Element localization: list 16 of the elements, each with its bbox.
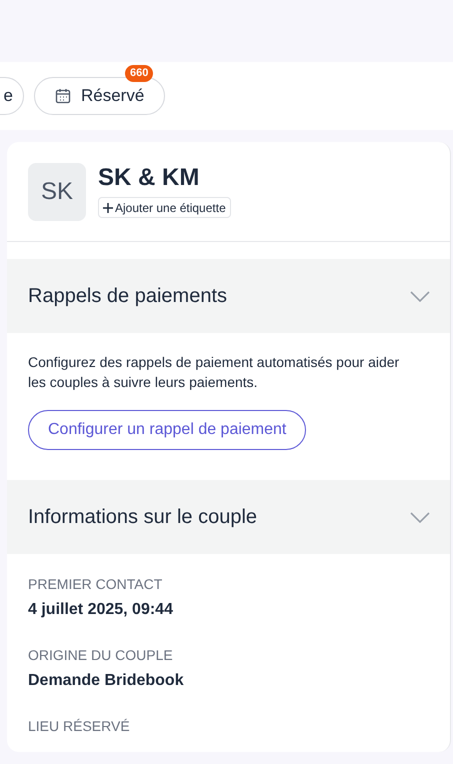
field-value: 4 juillet 2025, 09:44 [28, 600, 174, 620]
configure-reminder-button[interactable]: Configurer un rappel de paiement [28, 410, 306, 450]
plus-icon [103, 202, 113, 212]
field-label: LIEU RÉSERVÉ [28, 717, 131, 735]
couple-name: SK & KM [98, 163, 200, 193]
avatar: SK [28, 163, 86, 221]
add-tag-button[interactable]: Ajouter une étiquette [98, 197, 231, 218]
count-badge: 660 [124, 65, 154, 82]
field-label: PREMIER CONTACT [28, 575, 164, 593]
description: Configurez des rappels de paiement automatisés pour aider les couples à suivre leurs paiements. [28, 353, 400, 392]
calendar-icon [55, 88, 71, 104]
field-value: Demande Bridebook [28, 671, 185, 691]
filter-pill[interactable]: e [0, 77, 24, 115]
section-header[interactable]: Informations sur le couple [7, 480, 450, 554]
field-label: ORIGINE DU COUPLE [28, 646, 174, 664]
section-header[interactable]: Rappels de paiements [7, 259, 450, 333]
